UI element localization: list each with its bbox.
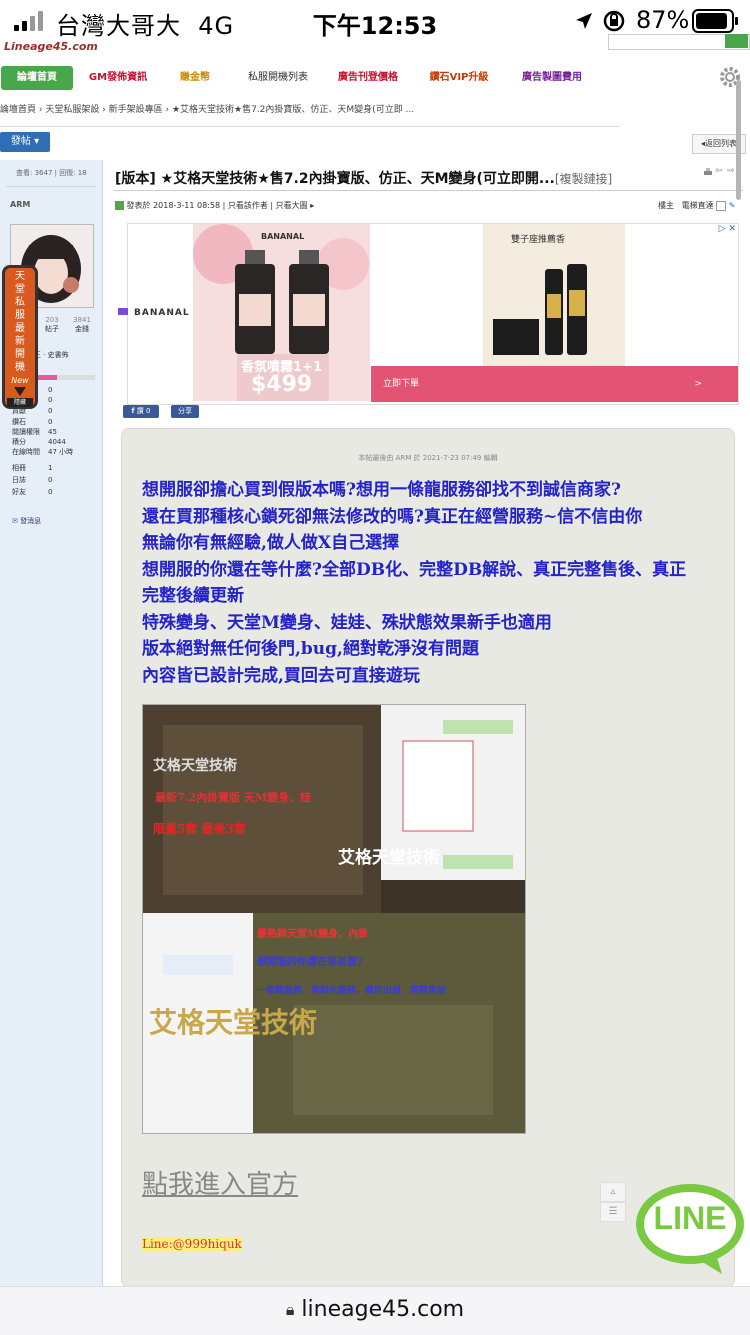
official-site-link[interactable]: 點我進入官方 xyxy=(142,1164,298,1201)
author-rank: 王 · 史書佈 xyxy=(34,351,69,359)
pencil-icon[interactable]: ✎ xyxy=(729,201,736,210)
promo-limit: 限量5套 最後3套 xyxy=(153,822,246,836)
promo-services: 一條龍服務、客製化服務、機房出租、完整售後 xyxy=(257,986,447,996)
floor-label: 樓主 xyxy=(658,201,674,210)
gold-count: 3841 金錢 xyxy=(73,316,91,333)
stat-row: 日誌 0 xyxy=(12,476,53,485)
triangle-down-icon xyxy=(14,387,26,396)
nav-forum-home[interactable]: 論壇首頁 xyxy=(1,66,73,90)
nav-earn-gold[interactable]: 賺金幣 xyxy=(165,66,225,90)
new-server-side-tab[interactable]: 天堂私服 最新開機 New 隱藏 xyxy=(2,265,38,409)
post-line: 特殊變身、天堂M變身、娃娃、殊狀態效果新手也適用 xyxy=(142,612,552,633)
ad-brand-label: BANANAL xyxy=(261,232,305,241)
promo-title-3: 艾格天堂技術 xyxy=(149,1006,318,1039)
like-button[interactable]: f 讚 0 xyxy=(123,405,159,418)
promo-subtitle-1: 最新7.2內掛寶版 天M變身、娃 xyxy=(155,791,312,804)
scroll-to-top-button[interactable]: ▵ xyxy=(600,1182,626,1202)
new-badge: New xyxy=(11,376,29,385)
line-id-text[interactable]: Line:@999hiquk xyxy=(142,1237,242,1251)
new-post-button[interactable]: 發帖 ▾ xyxy=(0,132,50,152)
share-button[interactable]: 分享 xyxy=(171,405,199,418)
lock-icon: 🔒︎ xyxy=(285,1300,295,1319)
stat-row: 在線時間 47 小時 xyxy=(12,448,74,457)
post-toolbar: 發帖 ▾ ◂返回列表 xyxy=(0,132,750,154)
post-line: 無論你有無經驗,做人做X自己選擇 xyxy=(142,533,400,553)
edit-note: 本帖最後由 ARM 於 2021-7-23 07:49 編輯 xyxy=(358,454,498,462)
ad-product-image-2[interactable]: 雙子座推薦香 xyxy=(483,224,625,366)
title-divider xyxy=(113,190,743,191)
location-arrow-icon xyxy=(576,13,592,29)
nav-bar: 論壇首頁 GM發佈資訊 賺金幣 私服開機列表 廣告刊登價格 鑽石VIP升級 廣告… xyxy=(0,44,640,92)
post-content: 本帖最後由 ARM 於 2021-7-23 07:49 編輯 想開服卻擔心買到假… xyxy=(121,428,735,1288)
jump-to-floor[interactable]: 電梯直達 xyxy=(682,201,714,210)
envelope-icon: ✉ xyxy=(12,517,18,525)
post-line: 想開服的你還在等什麼?全部DB化、完整DB解說、真正完整售後、真正 xyxy=(142,559,687,580)
post-line: 還在買那種核心鎖死卻無法修改的嗎?真正在經營服務~信不信由你 xyxy=(142,506,643,527)
scrollbar[interactable] xyxy=(736,80,741,200)
address-url[interactable]: 🔒︎ lineage45.com xyxy=(0,1297,750,1322)
nav-ad-design-fee[interactable]: 廣告製圖費用 xyxy=(512,66,592,90)
ad-choices-icon[interactable]: ▷ ✕ xyxy=(719,224,736,234)
nav-server-list[interactable]: 私服開機列表 xyxy=(232,66,324,90)
post-main: [版本] ★艾格天堂技術★售7.2內掛寶版、仿正、天M變身(可立即開...[複製… xyxy=(103,80,750,1288)
facebook-icon: f xyxy=(131,407,135,415)
stat-row: 鑽石 0 xyxy=(12,417,53,426)
copy-link[interactable]: [複製鏈接] xyxy=(555,172,612,186)
ad-product-image-1[interactable]: BANANAL 香氛噴霧1+1 $499 xyxy=(193,224,370,401)
post-line: 想開服卻擔心買到假版本嗎?想用一條龍服務卻找不到誠信商家? xyxy=(142,480,621,500)
next-thread-icon[interactable]: ⇨ xyxy=(727,166,735,176)
list-view-button[interactable]: ☰ xyxy=(600,1202,626,1222)
hide-side-tab-button[interactable]: 隱藏 xyxy=(7,398,33,407)
promo-bestseller: 最熱銷天堂M變身、內掛 xyxy=(257,929,369,940)
online-icon xyxy=(115,201,124,210)
line-contact-badge[interactable]: LINE xyxy=(636,1184,744,1276)
views-replies: 查看: 3647 | 回復: 18 xyxy=(16,169,87,177)
author-username[interactable]: ARM xyxy=(10,200,30,209)
send-message-link[interactable]: ✉ 發消息 xyxy=(12,516,41,526)
stat-row: 積分 4044 xyxy=(12,437,66,446)
battery-icon xyxy=(692,9,738,33)
line-logo-text: LINE xyxy=(653,1200,727,1236)
prev-thread-icon[interactable]: ⇦ xyxy=(715,166,723,176)
only-author-link[interactable]: 只看該作者 xyxy=(228,201,268,210)
jump-input[interactable] xyxy=(716,200,727,211)
ad-cta-button[interactable]: 立即下單 > xyxy=(371,366,738,402)
stat-row: 閱讀權限 45 xyxy=(12,427,57,436)
stat-row: 相冊 1 xyxy=(12,464,53,473)
ad-price: $499 xyxy=(251,372,313,397)
site-header: Lineage45.com 論壇首頁 GM發佈資訊 賺金幣 私服開機列表 廣告刊… xyxy=(0,34,750,154)
battery-percent: 87% xyxy=(636,6,690,34)
promo-title-1: 艾格天堂技術 xyxy=(153,758,237,774)
print-icon[interactable] xyxy=(703,168,713,178)
promo-question: 想開服的你還在等甚麼? xyxy=(257,957,363,968)
post-meta: 發表於 2018-3-11 08:58 | 只看該作者 | 只看大圖 ▸ 樓主 … xyxy=(115,200,745,216)
only-big-image-link[interactable]: 只看大圖 xyxy=(276,201,308,210)
search-button[interactable] xyxy=(725,34,748,48)
post-line: 版本絕對無任何後門,bug,絕對乾淨沒有問題 xyxy=(142,639,479,659)
breadcrumb[interactable]: 論壇首頁 › 天堂私服架設 › 新手架設專區 › ★艾格天堂技術★售7.2內掛寶… xyxy=(0,102,620,116)
ad-product-title: 雙子座推薦香 xyxy=(511,235,566,245)
sidebar-divider xyxy=(6,186,96,187)
header-divider xyxy=(0,126,620,127)
nav-vip-upgrade[interactable]: 鑽石VIP升級 xyxy=(422,66,496,90)
post-count: 203 帖子 xyxy=(45,316,59,333)
browser-address-bar[interactable]: 🔒︎ lineage45.com xyxy=(0,1286,750,1335)
ad-brand-name: BANANAL xyxy=(134,308,190,318)
promo-title-2: 艾格天堂技術 xyxy=(338,848,440,868)
post-title: [版本] ★艾格天堂技術★售7.2內掛寶版、仿正、天M變身(可立即開...[複製… xyxy=(115,171,613,187)
post-line: 完整後續更新 xyxy=(142,586,244,606)
rotation-lock-icon xyxy=(603,10,625,32)
ad-brand-logo xyxy=(118,308,128,315)
sponsored-ad[interactable]: ▷ ✕ BANANAL BANANAL 香氛噴霧1+1 $499 雙子座推薦香 … xyxy=(118,223,739,405)
post-line: 內容皆已設計完成,買回去可直接遊玩 xyxy=(142,665,420,686)
stat-row: 好友 0 xyxy=(12,488,53,497)
promo-screenshot-collage[interactable]: 艾格天堂技術 最新7.2內掛寶版 天M變身、娃 限量5套 最後3套 艾格天堂技術… xyxy=(142,704,526,1134)
post-text: 想開服卻擔心買到假版本嗎?想用一條龍服務卻找不到誠信商家? 還在買那種核心鎖死卻… xyxy=(142,477,722,689)
nav-gm-news[interactable]: GM發佈資訊 xyxy=(82,66,154,90)
nav-ad-price[interactable]: 廣告刊登價格 xyxy=(330,66,406,90)
